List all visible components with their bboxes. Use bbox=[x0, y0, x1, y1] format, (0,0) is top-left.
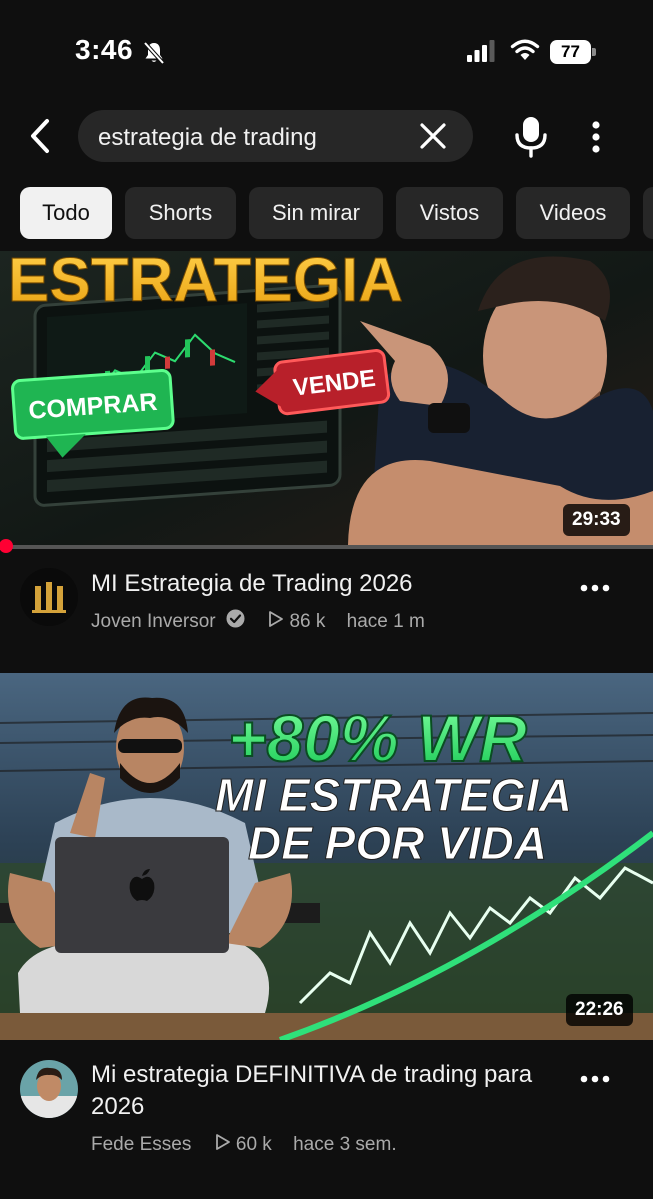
cellular-signal-icon bbox=[467, 40, 495, 62]
upload-age-1: hace 1 m bbox=[346, 610, 425, 632]
video-meta-1: Joven Inversor 86 k hace 1 m bbox=[91, 609, 425, 634]
video-duration-2: 22:26 bbox=[566, 994, 633, 1026]
wifi-icon bbox=[510, 39, 540, 60]
back-button[interactable] bbox=[20, 113, 60, 159]
status-bar: 3:46 77 bbox=[0, 0, 653, 100]
video-title-1[interactable]: MI Estrategia de Trading 2026 bbox=[91, 568, 561, 600]
video-meta-2: Fede Esses 60 k hace 3 sem. bbox=[91, 1133, 397, 1157]
video-options-2-icon[interactable] bbox=[580, 1064, 610, 1094]
channel-name-1[interactable]: Joven Inversor bbox=[91, 611, 216, 633]
chip-videos[interactable]: Videos bbox=[516, 187, 630, 239]
bell-slash-icon bbox=[143, 41, 165, 65]
channel-avatar-1[interactable] bbox=[20, 568, 78, 626]
video-title-2[interactable]: Mi estrategia DEFINITIVA de trading para… bbox=[91, 1059, 561, 1123]
video-thumbnail-2[interactable]: +80% WR MI ESTRATEGIA DE POR VIDA 22:26 bbox=[0, 673, 653, 1040]
upload-age-2: hace 3 sem. bbox=[293, 1134, 397, 1155]
channel-avatar-2[interactable] bbox=[20, 1060, 78, 1118]
thumbnail-line3: DE POR VIDA bbox=[248, 817, 547, 869]
chip-sin-mirar[interactable]: Sin mirar bbox=[249, 187, 383, 239]
search-query-text: estrategia de trading bbox=[98, 124, 317, 151]
watch-progress-dot[interactable] bbox=[0, 539, 13, 553]
battery-level: 77 bbox=[550, 40, 591, 64]
view-count-2: 60 k bbox=[235, 1134, 272, 1155]
play-views-icon bbox=[268, 610, 284, 634]
verified-badge-icon bbox=[226, 609, 245, 634]
video-duration-1: 29:33 bbox=[563, 504, 630, 536]
channel-name-2[interactable]: Fede Esses bbox=[91, 1134, 191, 1156]
battery-icon: 77 bbox=[550, 40, 596, 64]
filter-chips: Todo Shorts Sin mirar Vistos Videos bbox=[20, 187, 653, 239]
search-input[interactable]: estrategia de trading bbox=[78, 110, 473, 162]
back-arrow-icon bbox=[31, 119, 49, 153]
video-options-1-icon[interactable] bbox=[580, 573, 610, 603]
fede-esses-avatar bbox=[20, 1060, 78, 1118]
video-thumbnail-1[interactable]: ESTRATEGIA COMPRAR VENDE 29:33 bbox=[0, 251, 653, 545]
status-time: 3:46 bbox=[75, 34, 134, 65]
chip-todo[interactable]: Todo bbox=[20, 187, 112, 239]
chip-vistos[interactable]: Vistos bbox=[396, 187, 503, 239]
chip-more[interactable] bbox=[643, 187, 653, 239]
thumbnail-line2: MI ESTRATEGIA bbox=[215, 769, 572, 821]
thumbnail-line1: +80% WR bbox=[228, 701, 527, 775]
microphone-icon[interactable] bbox=[512, 116, 550, 158]
thumbnail-image-2: +80% WR MI ESTRATEGIA DE POR VIDA bbox=[0, 673, 653, 1040]
play-views-icon bbox=[215, 1133, 231, 1157]
chip-shorts[interactable]: Shorts bbox=[125, 187, 236, 239]
watch-progress-bar bbox=[0, 545, 653, 549]
thumbnail-headline: ESTRATEGIA bbox=[8, 251, 403, 315]
joven-inversor-logo bbox=[20, 568, 78, 626]
view-count-1: 86 k bbox=[289, 610, 326, 632]
more-vertical-icon[interactable] bbox=[584, 118, 608, 156]
clear-x-icon[interactable] bbox=[418, 121, 448, 151]
thumbnail-image-1: ESTRATEGIA COMPRAR VENDE bbox=[0, 251, 653, 545]
